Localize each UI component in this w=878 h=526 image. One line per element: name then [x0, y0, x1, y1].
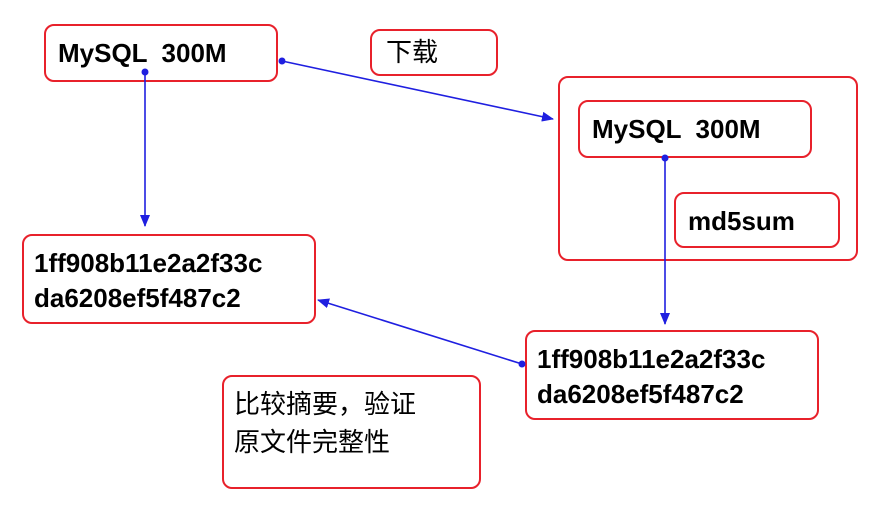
hash-arrow-original: [140, 68, 150, 227]
download-arrow: [278, 57, 554, 122]
hash-arrow-computed: [660, 154, 670, 325]
compare-arrow: [317, 298, 526, 368]
connector-arrows: [140, 57, 670, 368]
